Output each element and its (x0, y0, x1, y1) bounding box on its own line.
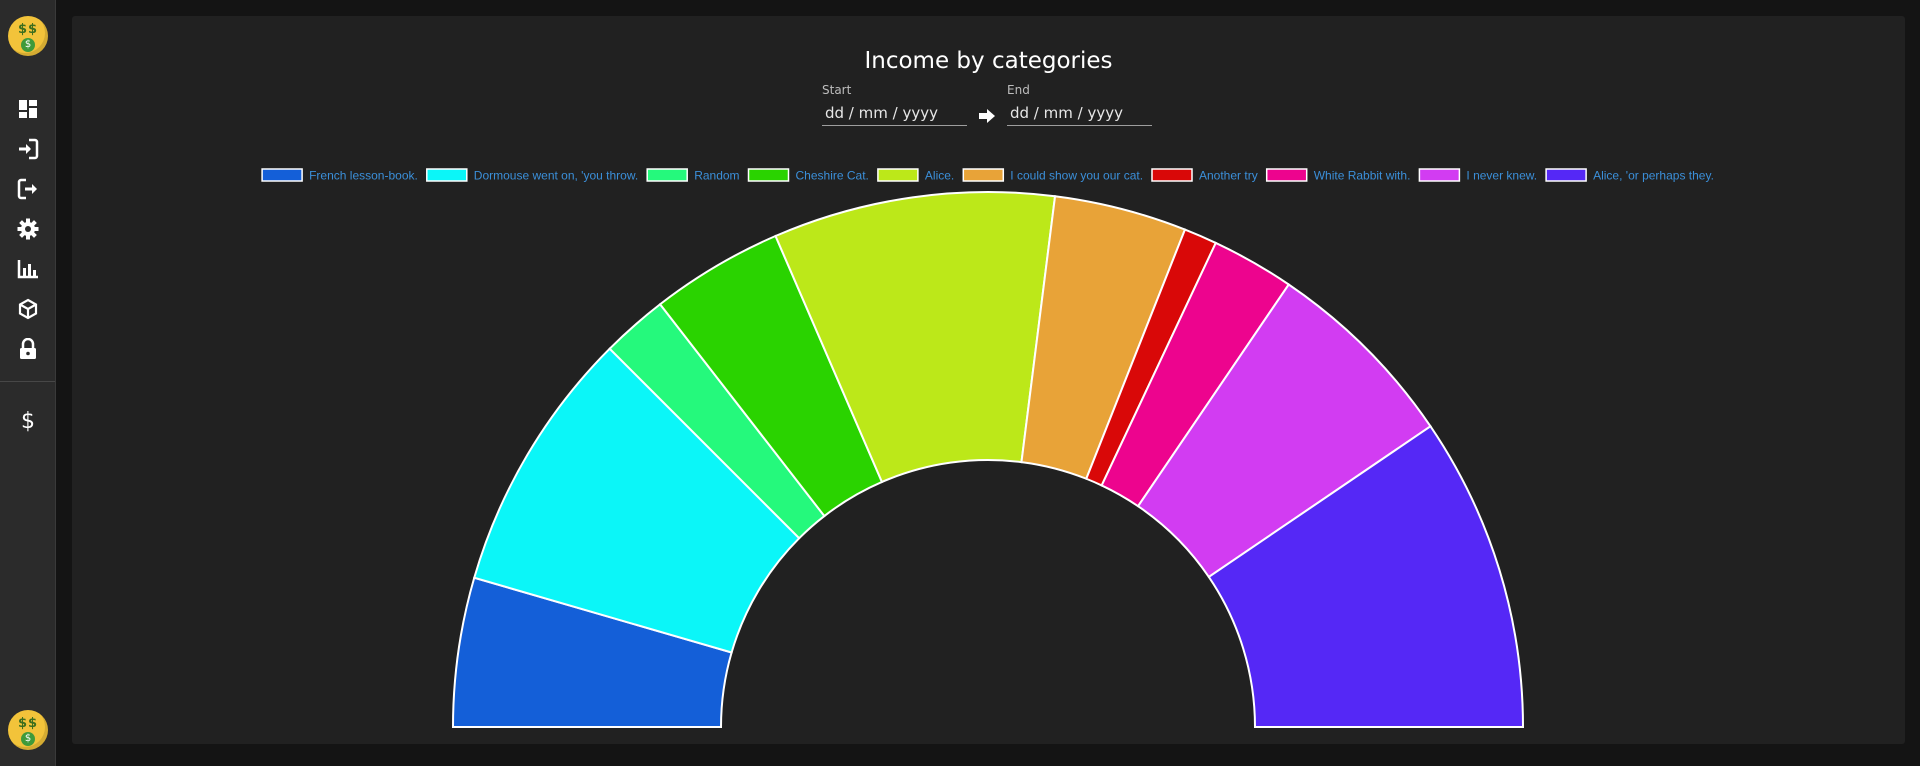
legend-swatch (646, 168, 688, 182)
avatar-mouth: $ (21, 38, 35, 52)
sign-in-icon[interactable] (15, 136, 41, 162)
legend-swatch (747, 168, 790, 182)
avatar-bottom-mouth: $ (21, 732, 35, 746)
sidebar-divider (0, 381, 55, 382)
legend-item[interactable]: French lesson-book. (261, 168, 418, 183)
chart-slices (451, 191, 1525, 728)
sign-out-icon[interactable] (15, 176, 41, 202)
legend-label: I could show you our cat. (1010, 169, 1143, 183)
dollar-symbol: $ (21, 408, 35, 434)
avatar-eyes: $$ (17, 22, 39, 37)
legend-label: Dormouse went on, 'you throw. (474, 169, 638, 183)
dollar-icon[interactable]: $ (15, 408, 41, 434)
legend-item[interactable]: White Rabbit with. (1265, 168, 1411, 183)
legend-item[interactable]: Another try (1151, 168, 1258, 183)
legend-item[interactable]: Random (646, 168, 740, 183)
legend-swatch (1151, 168, 1193, 182)
gear-icon[interactable] (15, 216, 41, 242)
legend-label: Alice, 'or perhaps they. (1593, 169, 1714, 183)
chart-legend: French lesson-book. Dormouse went on, 'yo… (261, 168, 1714, 183)
legend-swatch (1418, 168, 1461, 182)
income-chart: French lesson-book. Dormouse went on, 'yo… (261, 168, 1714, 728)
avatar-bottom[interactable]: $$ $ (8, 710, 48, 750)
legend-swatch (261, 168, 303, 182)
legend-item[interactable]: Alice. (877, 168, 954, 183)
legend-item[interactable]: I never knew. (1418, 168, 1537, 183)
legend-label: Another try (1199, 169, 1258, 183)
legend-label: Random (694, 169, 739, 183)
sidebar: $$ $ $ $$ $ (0, 0, 56, 766)
legend-label: Cheshire Cat. (796, 169, 869, 183)
legend-item[interactable]: Alice, 'or perhaps they. (1545, 168, 1714, 183)
lock-icon[interactable] (15, 336, 41, 362)
legend-swatch (1545, 168, 1587, 182)
legend-swatch (877, 168, 919, 182)
cube-icon[interactable] (15, 296, 41, 322)
legend-label: I never knew. (1466, 169, 1537, 183)
avatar-bottom-eyes: $$ (17, 716, 39, 731)
avatar[interactable]: $$ $ (8, 16, 48, 56)
legend-swatch (1265, 168, 1308, 182)
legend-label: Alice. (925, 169, 954, 183)
legend-swatch (962, 168, 1005, 182)
legend-label: White Rabbit with. (1314, 169, 1411, 183)
legend-item[interactable]: Dormouse went on, 'you throw. (426, 168, 638, 183)
legend-item[interactable]: I could show you our cat. (962, 168, 1143, 183)
chart-card: Income by categories Start dd / mm / yyy… (72, 16, 1905, 744)
bar-chart-icon[interactable] (15, 256, 41, 282)
dashboard-icon[interactable] (15, 96, 41, 122)
legend-swatch (426, 168, 468, 182)
legend-item[interactable]: Cheshire Cat. (747, 168, 869, 183)
legend-label: French lesson-book. (309, 169, 418, 183)
